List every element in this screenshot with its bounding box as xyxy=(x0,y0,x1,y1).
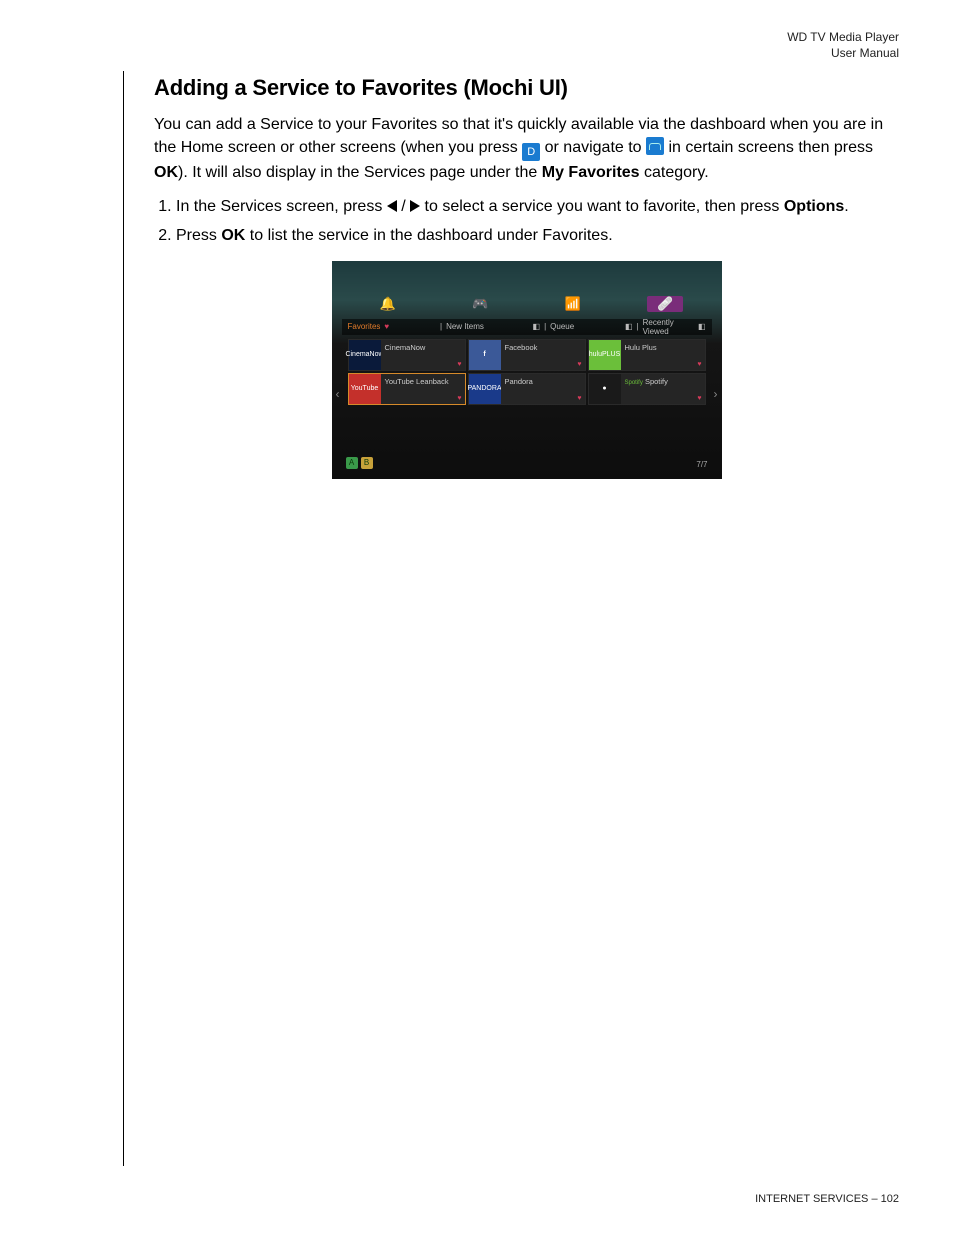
scroll-left-icon[interactable]: ‹ xyxy=(336,387,340,401)
tile-hulu-plus[interactable]: huluPLUS Hulu Plus ♥ xyxy=(588,339,706,371)
tab-favorites[interactable]: Favorites ♥ xyxy=(342,319,435,335)
tile-pandora[interactable]: PANDORA Pandora ♥ xyxy=(468,373,586,405)
heart-icon: ♥ xyxy=(457,361,461,368)
services-screenshot: 🔔 🎮 📶 🩹 Favorites ♥ |New Items ◧|Queue xyxy=(332,261,722,479)
category-games-icon[interactable]: 🎮 xyxy=(434,293,527,315)
footer-hint-icons: A B xyxy=(346,457,373,469)
category-bar: 🔔 🎮 📶 🩹 xyxy=(342,293,712,315)
tile-spotify[interactable]: ● Spotify Spotify ♥ xyxy=(588,373,706,405)
header-line-1: WD TV Media Player xyxy=(787,30,899,44)
tile-youtube-leanback[interactable]: YouTube YouTube Leanback ♥ xyxy=(348,373,466,405)
heart-icon: ♥ xyxy=(384,322,389,331)
scroll-right-icon[interactable]: › xyxy=(714,387,718,401)
page-counter: 7/7 xyxy=(696,460,707,469)
category-service-icon[interactable]: 🔔 xyxy=(342,293,435,315)
tile-facebook[interactable]: f Facebook ♥ xyxy=(468,339,586,371)
page-header: WD TV Media Player User Manual xyxy=(55,30,899,61)
tab-queue[interactable]: ◧|Queue xyxy=(527,319,620,335)
tab-recently-viewed[interactable]: ◧|Recently Viewed◧ xyxy=(619,319,712,335)
hint-b-icon: B xyxy=(361,457,373,469)
category-feeds-icon[interactable]: 📶 xyxy=(527,293,620,315)
heart-icon: ♥ xyxy=(577,361,581,368)
tile-cinemanow[interactable]: CinemaNow CinemaNow ♥ xyxy=(348,339,466,371)
services-grid: CinemaNow CinemaNow ♥ f Facebook ♥ huluP… xyxy=(348,339,706,407)
tab-new-items[interactable]: |New Items xyxy=(434,319,527,335)
dashboard-icon xyxy=(646,137,664,155)
steps-list: In the Services screen, press / to selec… xyxy=(154,195,899,247)
intro-paragraph: You can add a Service to your Favorites … xyxy=(154,113,899,184)
category-apps-icon[interactable]: 🩹 xyxy=(619,293,712,315)
hint-a-icon: A xyxy=(346,457,358,469)
heart-icon: ♥ xyxy=(577,395,581,402)
filter-tabs: Favorites ♥ |New Items ◧|Queue ◧|Recentl… xyxy=(342,319,712,335)
page-footer: INTERNET SERVICES – 102 xyxy=(755,1193,899,1205)
heart-icon: ♥ xyxy=(457,395,461,402)
heart-icon: ♥ xyxy=(697,361,701,368)
header-line-2: User Manual xyxy=(831,46,899,60)
step-1: In the Services screen, press / to selec… xyxy=(176,195,899,218)
nav-right-icon xyxy=(410,200,420,212)
nav-left-icon xyxy=(387,200,397,212)
section-heading: Adding a Service to Favorites (Mochi UI) xyxy=(154,75,899,101)
step-2: Press OK to list the service in the dash… xyxy=(176,224,899,247)
d-button-icon: D xyxy=(522,143,540,161)
heart-icon: ♥ xyxy=(697,395,701,402)
